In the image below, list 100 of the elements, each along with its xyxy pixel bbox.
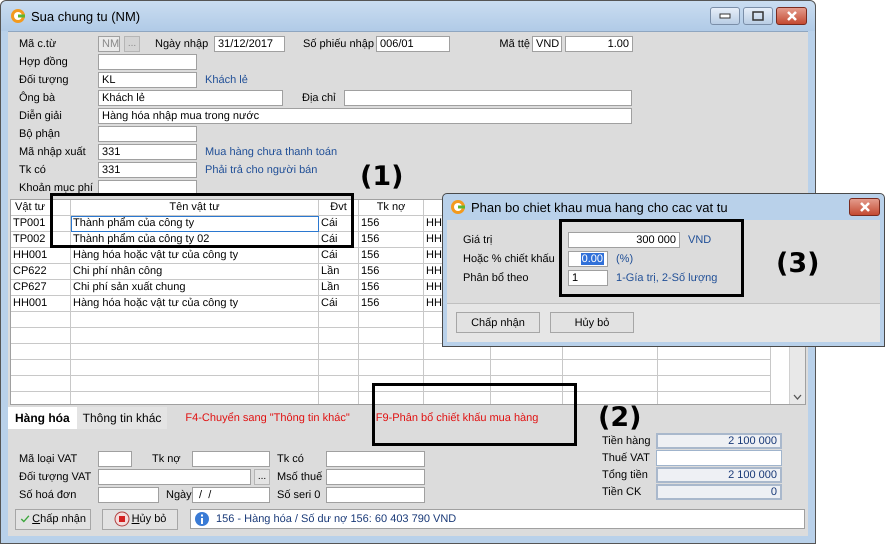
input-field[interactable]: 0.00 [568,250,608,266]
column-header[interactable]: Tk nợ [359,200,424,216]
field-label: Tk nợ [151,453,182,465]
field-label: Tk có [276,453,305,465]
table-cell: CP622 [11,264,71,280]
field-label: Msố thuế [276,471,324,483]
date-field[interactable]: 31/12/2017 [214,36,285,52]
field-label: Giá trị [463,234,494,246]
input-field[interactable]: 300 000 [568,232,680,248]
cancel-button[interactable]: Hủy bỏ [102,508,178,530]
table-cell: TP002 [11,232,71,248]
table-cell: Cái [319,296,359,312]
tab[interactable]: Thông tin khác [76,407,168,429]
vat-party-field[interactable] [98,469,251,485]
accept-button[interactable]: Chấp nhận [456,312,540,333]
empty-cell [424,376,491,392]
table-cell: 156 [359,248,424,264]
table-cell: TP001 [11,216,71,232]
credit-account-field[interactable] [326,451,425,467]
invoice-date-field[interactable]: / / [192,487,270,503]
vat-type-field[interactable] [98,451,132,467]
tax-code-field[interactable] [326,469,425,485]
exchange-rate-field[interactable]: 1.00 [565,36,633,52]
shortcut-hint: F4-Chuyển sang "Thông tin khác" [185,412,350,424]
field-label: Diễn giải [19,110,63,122]
field-label: Hợp đồng [19,56,69,68]
input-field[interactable]: 1 [568,270,608,286]
annotation-number: (1) [360,162,404,192]
account-name: Phải trả cho người bán [205,164,318,176]
field-label: Ông bà [19,92,56,104]
field-label: Ngày nhập [154,38,210,50]
annotation-number: (2) [598,403,642,433]
logo-icon [450,199,466,215]
field-label: Mã c.từ [19,38,58,50]
minimize-icon [719,13,731,19]
transaction-name: Mua hàng chưa thanh toán [205,146,338,158]
invoice-number-field[interactable] [98,487,159,503]
table-cell: 156 [359,232,424,248]
empty-cell [11,360,71,376]
total-label: Thuế VAT [602,452,651,464]
table-cell: HH001 [11,296,71,312]
maximize-button[interactable] [743,7,773,25]
shortcut-hint: F9-Phân bổ chiết khấu mua hàng [376,412,538,424]
field-label: Tk có [19,164,47,176]
transaction-code-field[interactable]: 331 [98,144,197,160]
cancel-button[interactable]: Hủy bỏ [550,312,634,333]
empty-cell [11,344,71,360]
field-label: Bộ phận [19,128,61,140]
contact-field[interactable]: Khách lẻ [98,90,283,106]
department-field[interactable] [98,126,197,142]
tab[interactable]: Hàng hóa [8,407,77,429]
close-button[interactable] [849,198,880,216]
field-label: Ngày [165,489,192,501]
column-header[interactable]: Vật tư [11,200,71,216]
empty-cell [11,328,71,344]
table-cell: Thành phẩm của công ty 02 [71,232,319,248]
description-field[interactable]: Hàng hóa nhập mua trong nước [98,108,632,124]
customer-field[interactable]: KL [98,72,197,88]
field-label: Địa chỉ [301,92,337,104]
window-title: Sua chung tu (NM) [31,8,140,24]
stop-icon [114,511,130,527]
serial-field[interactable] [326,487,425,503]
scroll-down-icon[interactable] [793,394,802,400]
total-label: Tổng tiền [602,468,649,480]
field-label: Khoản mục phí [19,182,94,194]
field-label: Số hoá đơn [19,489,78,501]
customer-name: Khách lẻ [205,74,248,86]
empty-cell [319,328,359,344]
accept-button[interactable]: Chấp nhận [15,508,91,530]
empty-cell [491,360,563,376]
close-button[interactable] [776,7,807,25]
table-cell: HH001 [11,248,71,264]
receipt-number-field[interactable]: 006/01 [376,36,450,52]
debit-account-field[interactable] [192,451,270,467]
table-cell: Hàng hóa hoặc vật tư của công ty [71,248,319,264]
column-header[interactable]: Tên vật tư [71,200,319,216]
browse-button[interactable]: ... [254,469,270,485]
status-text: 156 - Hàng hóa / Số dư nợ 156: 60 403 790 VND [216,513,456,525]
currency-field[interactable]: VND [532,36,562,52]
contract-field[interactable] [98,54,197,70]
table-cell: 156 [359,280,424,296]
table-cell: Thành phẩm của công ty [71,216,319,232]
empty-cell [491,376,563,392]
close-icon [786,11,798,21]
credit-account-field[interactable]: 331 [98,162,197,178]
column-header[interactable]: Đvt [319,200,359,216]
annotation-number: (3) [776,249,820,279]
minimize-button[interactable] [710,7,740,25]
table-cell: 156 [359,216,424,232]
dialog-title: Phan bo chiet khau mua hang cho cac vat tu [471,200,728,214]
total-label: Tiền hàng [602,434,652,446]
unit-label: (%) [616,252,634,264]
address-field[interactable] [344,90,632,106]
table-cell: CP627 [11,280,71,296]
table-cell: Cái [319,232,359,248]
logo-icon [10,8,26,24]
field-label: Số phiếu nhập [302,38,375,50]
field-label: Đối tượng VAT [19,471,92,483]
table-cell: Lần [319,264,359,280]
total-field: 2 100 000 [656,466,782,482]
